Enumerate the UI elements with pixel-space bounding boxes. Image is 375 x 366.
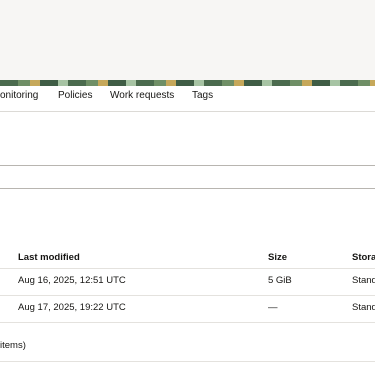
cell-storage: Stand <box>352 302 375 313</box>
cell-last-modified: Aug 16, 2025, 12:51 UTC <box>18 275 126 286</box>
column-storage[interactable]: Storag <box>352 252 375 263</box>
cell-last-modified: Aug 17, 2025, 19:22 UTC <box>18 302 126 313</box>
item-count-text: items) <box>0 340 26 351</box>
column-size[interactable]: Size <box>268 252 287 263</box>
cell-storage: Stand <box>352 275 375 286</box>
tab-work-requests[interactable]: Work requests <box>110 90 174 101</box>
tab-bar: onitoring Policies Work requests Tags <box>0 86 375 112</box>
tab-monitoring[interactable]: onitoring <box>0 90 38 101</box>
tab-tags[interactable]: Tags <box>192 90 213 101</box>
table-header: Last modified Size Storag <box>0 246 375 269</box>
column-last-modified[interactable]: Last modified <box>18 252 80 263</box>
filter-field-bottom-border <box>0 188 375 189</box>
tab-policies[interactable]: Policies <box>58 90 92 101</box>
footer-divider <box>0 361 375 362</box>
table-row[interactable]: Aug 16, 2025, 12:51 UTC 5 GiB Stand <box>0 269 375 296</box>
filter-field-top-border[interactable] <box>0 165 375 166</box>
top-panel <box>0 0 375 80</box>
table-row[interactable]: Aug 17, 2025, 19:22 UTC — Stand <box>0 296 375 323</box>
cell-size: — <box>268 302 278 313</box>
cell-size: 5 GiB <box>268 275 292 286</box>
